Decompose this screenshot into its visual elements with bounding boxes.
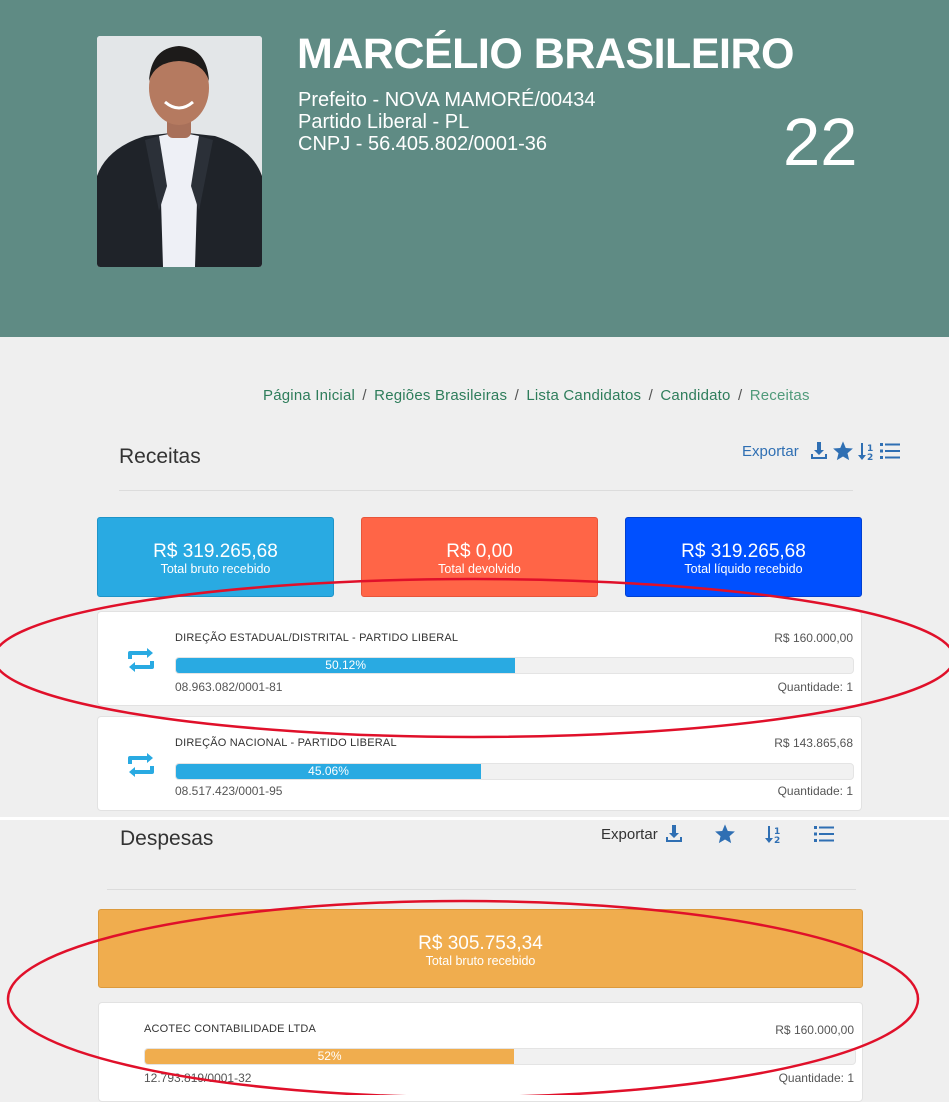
- item-document: 08.963.082/0001-81: [175, 680, 283, 694]
- item-value: R$ 160.000,00: [774, 631, 853, 645]
- card-total-devolvido: R$ 0,00 Total devolvido: [361, 517, 598, 597]
- item-value: R$ 143.865,68: [774, 736, 853, 750]
- despesas-toolbar: Exportar 12: [601, 823, 834, 845]
- card-total-bruto: R$ 319.265,68 Total bruto recebido: [97, 517, 334, 597]
- candidate-role: Prefeito - NOVA MAMORÉ/00434: [298, 89, 596, 111]
- star-icon[interactable]: [832, 440, 854, 462]
- receita-item[interactable]: DIREÇÃO NACIONAL - PARTIDO LIBERAL R$ 14…: [97, 716, 862, 811]
- item-value: R$ 160.000,00: [775, 1023, 854, 1037]
- despesas-title: Despesas: [120, 827, 214, 850]
- item-quantity: Quantidade: 1: [777, 680, 853, 694]
- section-separator: [0, 817, 949, 820]
- breadcrumb-current: Receitas: [749, 387, 810, 404]
- receitas-title: Receitas: [119, 445, 201, 468]
- card-caption: Total bruto recebido: [425, 954, 536, 968]
- transfer-icon: [125, 752, 157, 783]
- breadcrumb-list[interactable]: Lista Candidatos: [526, 387, 641, 404]
- candidate-header: MARCÉLIO BRASILEIRO Prefeito - NOVA MAMO…: [0, 0, 949, 337]
- progress-fill: 50.12%: [176, 658, 516, 673]
- svg-text:2: 2: [774, 836, 780, 844]
- card-caption: Total bruto recebido: [160, 562, 271, 576]
- breadcrumb-separator: /: [648, 387, 654, 404]
- card-amount: R$ 319.265,68: [153, 541, 278, 562]
- despesas-export-label[interactable]: Exportar: [601, 826, 658, 843]
- receitas-export-label[interactable]: Exportar: [742, 443, 799, 460]
- card-amount: R$ 305.753,34: [418, 933, 543, 954]
- receita-item[interactable]: DIREÇÃO ESTADUAL/DISTRITAL - PARTIDO LIB…: [97, 611, 862, 706]
- card-despesas-total: R$ 305.753,34 Total bruto recebido: [98, 909, 863, 988]
- breadcrumb-separator: /: [362, 387, 367, 404]
- progress-fill: 45.06%: [176, 764, 482, 779]
- breadcrumb-regions[interactable]: Regiões Brasileiras: [374, 387, 507, 404]
- sort-icon[interactable]: 12: [857, 441, 877, 461]
- candidate-number: 22: [783, 105, 858, 180]
- card-amount: R$ 319.265,68: [681, 541, 806, 562]
- breadcrumb-candidate[interactable]: Candidato: [660, 387, 730, 404]
- list-icon[interactable]: [879, 442, 900, 460]
- transfer-icon: [125, 647, 157, 678]
- candidate-party: Partido Liberal - PL: [298, 111, 470, 133]
- download-icon[interactable]: [810, 441, 828, 461]
- card-amount: R$ 0,00: [446, 541, 513, 562]
- breadcrumb-separator: /: [514, 387, 519, 404]
- star-icon[interactable]: [714, 823, 736, 845]
- card-caption: Total devolvido: [438, 562, 521, 576]
- item-name: DIREÇÃO ESTADUAL/DISTRITAL - PARTIDO LIB…: [175, 632, 459, 644]
- item-name: DIREÇÃO NACIONAL - PARTIDO LIBERAL: [175, 737, 397, 749]
- item-quantity: Quantidade: 1: [778, 1071, 854, 1085]
- svg-text:2: 2: [867, 453, 873, 461]
- progress-bar: 52%: [144, 1048, 856, 1065]
- candidate-details: Prefeito - NOVA MAMORÉ/00434 Partido Lib…: [298, 89, 596, 155]
- progress-bar: 45.06%: [175, 763, 854, 780]
- item-quantity: Quantidade: 1: [777, 784, 853, 798]
- item-document: 12.793.819/0001-32: [144, 1071, 252, 1085]
- download-icon[interactable]: [665, 824, 683, 844]
- progress-fill: 52%: [145, 1049, 515, 1064]
- candidate-photo: [97, 36, 262, 267]
- breadcrumb: Página Inicial / Regiões Brasileiras / L…: [263, 387, 810, 404]
- receitas-divider: [119, 490, 853, 491]
- breadcrumb-separator: /: [737, 387, 743, 404]
- card-total-liquido: R$ 319.265,68 Total líquido recebido: [625, 517, 862, 597]
- item-document: 08.517.423/0001-95: [175, 784, 283, 798]
- progress-bar: 50.12%: [175, 657, 854, 674]
- candidate-cnpj: CNPJ - 56.405.802/0001-36: [298, 133, 548, 155]
- item-name: ACOTEC CONTABILIDADE LTDA: [144, 1023, 317, 1035]
- list-icon[interactable]: [813, 825, 834, 843]
- despesas-divider: [107, 889, 856, 890]
- breadcrumb-home[interactable]: Página Inicial: [263, 387, 355, 404]
- sort-icon[interactable]: 12: [764, 824, 784, 844]
- card-caption: Total líquido recebido: [684, 562, 803, 576]
- receitas-toolbar: Exportar 12: [742, 440, 900, 462]
- candidate-name: MARCÉLIO BRASILEIRO: [297, 30, 794, 78]
- despesa-item[interactable]: ACOTEC CONTABILIDADE LTDA R$ 160.000,00 …: [98, 1002, 863, 1102]
